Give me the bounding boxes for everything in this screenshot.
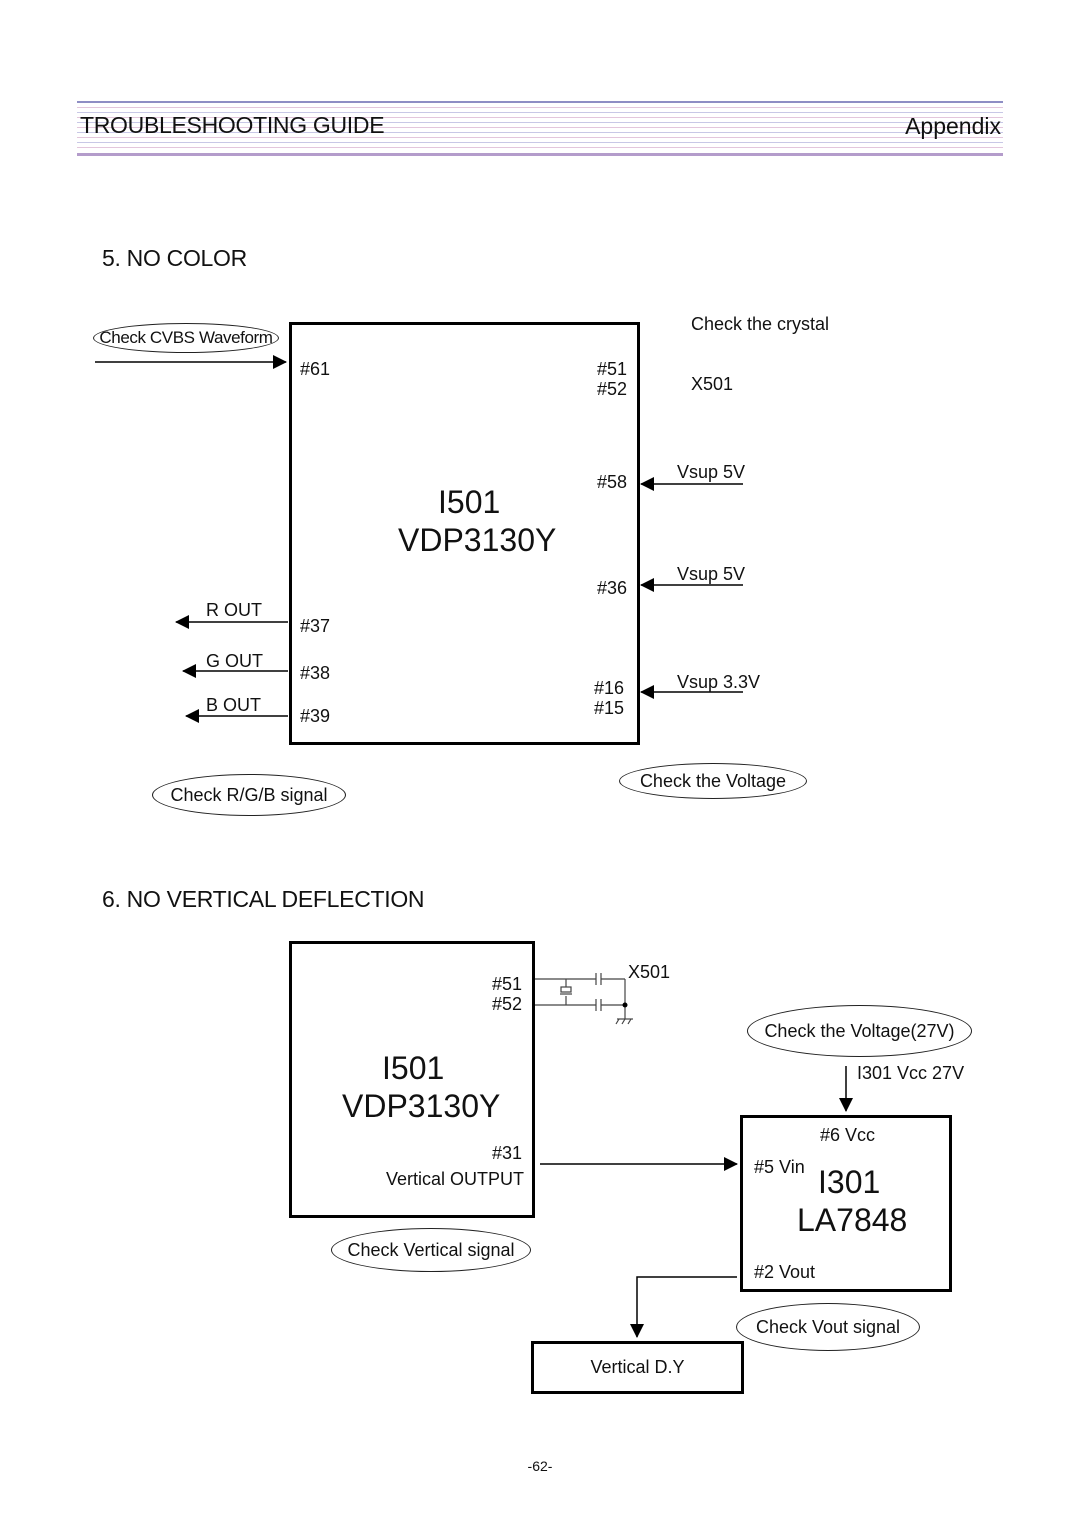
pin-51-label: #51 — [597, 359, 628, 379]
check-crystal-note: Check the crystal — [691, 314, 830, 334]
chip-i501-name: I501 — [438, 484, 501, 520]
chip-i501-name-2: I501 — [382, 1050, 445, 1086]
section-heading-no-vertical: 6. NO VERTICAL DEFLECTION — [102, 886, 425, 912]
pin-5-vin-label: #5 Vin — [754, 1157, 805, 1177]
chip-i501-model-2: VDP3130Y — [342, 1088, 501, 1124]
crystal-x501 — [535, 973, 633, 1025]
check-voltage-note: Check the Voltage — [619, 763, 807, 799]
check-rgb-signal-note: Check R/G/B signal — [152, 774, 346, 816]
chip-i501-model: VDP3130Y — [398, 522, 557, 558]
vsup-16-label: Vsup 3.3V — [677, 672, 761, 692]
vsup-58-label: Vsup 5V — [677, 462, 746, 482]
pin-52-label-2: #52 — [492, 994, 523, 1014]
vcc-27v-label: I301 Vcc 27V — [857, 1063, 965, 1083]
pin-2-vout-label: #2 Vout — [754, 1262, 816, 1282]
check-vertical-signal-note: Check Vertical signal — [331, 1228, 531, 1272]
vout-wire — [630, 1276, 737, 1338]
b-out-label: B OUT — [206, 695, 262, 715]
pin-6-vcc-label: #6 Vcc — [820, 1125, 876, 1145]
pin-37-label: #37 — [300, 616, 331, 636]
vertical-output-label: Vertical OUTPUT — [386, 1169, 525, 1189]
chip-i301-model: LA7848 — [797, 1202, 908, 1238]
chip-i301-name: I301 — [818, 1164, 881, 1200]
pin-39-label: #39 — [300, 706, 331, 726]
check-cvbs-waveform-note: Check CVBS Waveform — [93, 323, 279, 353]
r-out-label: R OUT — [206, 600, 262, 620]
pin-51-label-2: #51 — [492, 974, 523, 994]
pin-58-label: #58 — [597, 472, 628, 492]
vsup-36-label: Vsup 5V — [677, 564, 746, 584]
crystal-ref-label: X501 — [691, 374, 734, 394]
page-number: -62- — [527, 1458, 553, 1474]
section-heading-no-color: 5. NO COLOR — [102, 245, 247, 271]
pin-38-label: #38 — [300, 663, 331, 683]
crystal-ref-label-2: X501 — [628, 962, 671, 982]
pin-36-label: #36 — [597, 578, 628, 598]
pin-52-label: #52 — [597, 379, 628, 399]
check-voltage-27v-note: Check the Voltage(27V) — [747, 1005, 972, 1057]
pin-16-label: #16 — [594, 678, 625, 698]
vertical-deflection-yoke-box: Vertical D.Y — [531, 1341, 744, 1394]
pin-15-label: #15 — [594, 698, 625, 718]
check-vout-signal-note: Check Vout signal — [736, 1303, 920, 1351]
diagram-wires — [95, 355, 853, 1338]
pin-61-label: #61 — [300, 359, 331, 379]
g-out-label: G OUT — [206, 651, 263, 671]
pin-31-label: #31 — [492, 1143, 523, 1163]
